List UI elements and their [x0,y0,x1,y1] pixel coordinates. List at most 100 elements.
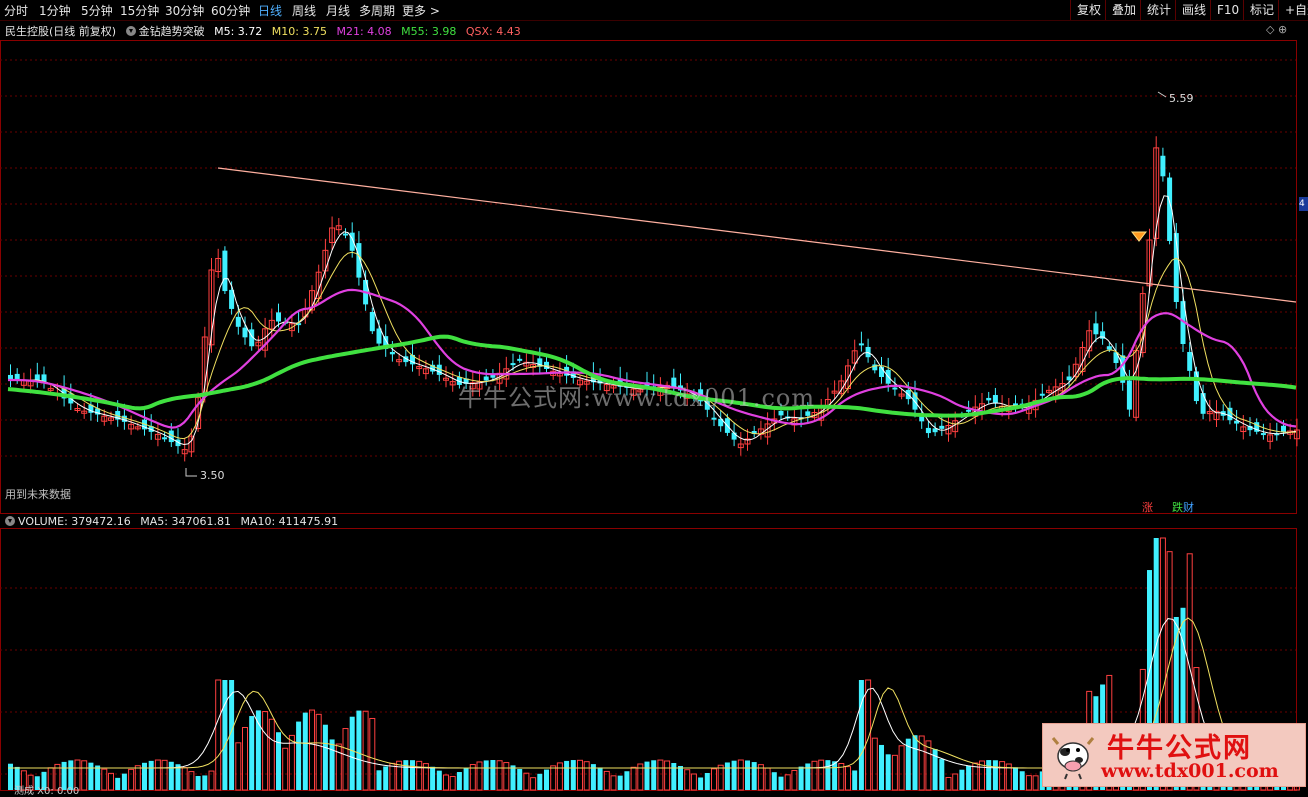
candle-body [1066,376,1072,381]
volume-ma10: MA10: 411475.91 [240,515,339,528]
volume-bar [523,772,530,791]
candle-body [992,395,998,403]
tab-daily[interactable]: 日线 [258,2,282,19]
volume-bar [992,760,998,790]
volume-bar [302,712,308,790]
volume-bar [745,760,750,790]
stock-title: 民生控股(日线 前复权) [5,25,117,38]
volume-bar [315,713,322,791]
volume-bar [296,721,302,790]
tab-monthly[interactable]: 月线 [326,2,350,19]
qsx-value: QSX: 4.43 [465,25,521,38]
volume-bar [550,765,557,791]
volume-bar [134,765,141,791]
statistics-button[interactable]: 统计 [1140,0,1177,20]
indicator-selector[interactable]: 金钻趋势突破 [125,25,205,38]
volume-bar [999,761,1006,791]
candle-body [1106,346,1112,350]
restore-rights-button[interactable]: 复权 [1070,0,1107,20]
candle-body [517,358,523,361]
tab-timeshare[interactable]: 分时 [4,2,28,19]
volume-bar [778,776,784,790]
candle-body [510,363,516,366]
volume-bar [544,769,549,790]
cow-icon [1051,737,1095,780]
volume-bar [698,777,704,790]
candle-body [162,437,168,440]
volume-bar [369,717,376,791]
indicator-name: 金钻趋势突破 [138,25,205,38]
tab-5min[interactable]: 5分钟 [81,2,113,19]
volume-bar [825,760,831,790]
mark-button[interactable]: 标记 [1243,0,1280,20]
draw-line-button[interactable]: 画线 [1175,0,1212,20]
candle-body [711,417,717,420]
low-price-label: 3.50 [200,469,225,482]
volume-bar [262,711,269,791]
tab-1min[interactable]: 1分钟 [39,2,71,19]
volume-bar [255,710,261,790]
logo-url: www.tdx001.com [1101,760,1279,782]
candle-body [858,343,864,346]
candle-body [939,425,945,429]
volume-bar [476,761,483,791]
volume-bar [711,768,717,791]
candle-body [1193,371,1199,402]
volume-bar [449,775,456,791]
volume-bar [443,774,449,791]
volume-bar [610,775,617,791]
tab-more[interactable]: 更多 > [402,2,440,19]
volume-bar [322,724,328,790]
volume-bar [945,776,952,791]
volume-selector[interactable]: VOLUME: 379472.16 [5,515,131,528]
volume-bar [858,680,864,790]
candle-body [34,374,40,380]
volume-bar [456,772,462,790]
volume-bar [764,767,771,791]
volume-bar [463,767,469,790]
tab-15min[interactable]: 15分钟 [120,2,159,19]
volume-bar [121,773,127,790]
volume-bar [235,742,242,791]
volume-bar [88,762,94,790]
volume-bar [952,773,959,791]
volume-bar [564,760,570,790]
price-chart[interactable]: 5.59 3.50 [0,40,1308,515]
volume-bar [148,760,154,790]
candle-body [1200,393,1206,414]
volume-bar [818,759,825,791]
candle-body [343,233,348,236]
volume-bar [664,760,671,791]
volume-bar [737,759,744,791]
volume-bar [503,762,510,791]
tab-multi-period[interactable]: 多周期 [359,2,395,19]
volume-bar [704,772,710,790]
volume-bar [356,710,362,790]
f10-button[interactable]: F10 [1210,0,1245,20]
volume-bar [362,710,369,791]
rise-label: 涨 [1142,501,1153,514]
volume-bar [583,761,590,791]
candle-body [369,311,375,332]
fall-label: 跌 [1172,501,1183,514]
tab-30min[interactable]: 30分钟 [165,2,204,19]
volume-bar [349,716,355,790]
volume-bar [832,761,838,790]
volume-bar [115,777,121,790]
volume-bar [690,773,697,791]
volume-bar [142,762,147,790]
candle-body [276,312,281,322]
panel-controls[interactable]: ◇ ⊕ [1266,23,1287,36]
volume-bar [885,754,891,790]
tab-weekly[interactable]: 周线 [292,2,316,19]
overlay-button[interactable]: 叠加 [1105,0,1142,20]
candle-body [966,409,972,412]
volume-bar [845,766,851,791]
volume-bar [517,768,523,790]
volume-bar [684,769,691,791]
add-watchlist-button[interactable]: +自选 [1278,0,1308,20]
volume-bar [1013,767,1018,790]
volume-bar [329,739,335,790]
volume-bar [657,759,664,791]
tab-60min[interactable]: 60分钟 [211,2,250,19]
